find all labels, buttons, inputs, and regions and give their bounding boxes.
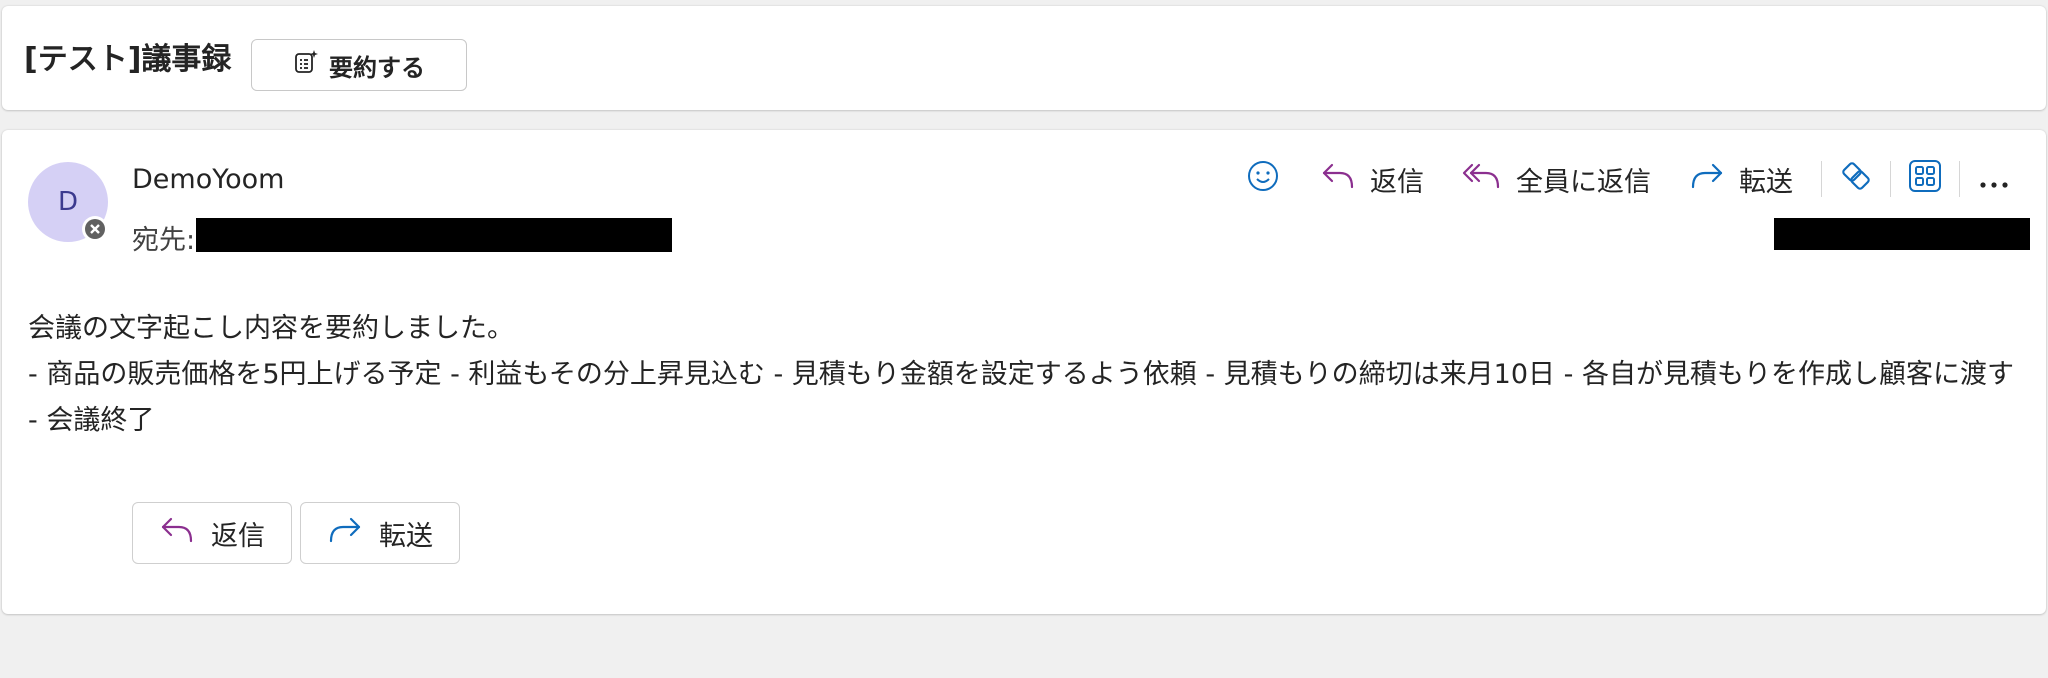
- reply-icon: [159, 515, 195, 552]
- forward-label: 転送: [1739, 166, 1793, 198]
- summarize-button[interactable]: 要約する: [251, 39, 467, 91]
- summarize-label: 要約する: [329, 53, 425, 82]
- quick-actions: 返信 転送: [132, 502, 460, 564]
- redacted-date: [1774, 218, 2030, 250]
- loop-button[interactable]: [1836, 154, 1876, 204]
- apps-button[interactable]: [1905, 154, 1945, 204]
- more-icon: [1979, 163, 2009, 196]
- presence-offline-icon: [82, 216, 108, 242]
- bottom-forward-label: 転送: [379, 520, 433, 552]
- reply-button[interactable]: 返信: [1320, 154, 1424, 204]
- emoji-icon: [1246, 159, 1280, 200]
- avatar-initial: D: [57, 187, 79, 217]
- forward-icon: [1689, 161, 1725, 198]
- reply-all-button[interactable]: 全員に返信: [1462, 154, 1651, 204]
- bottom-reply-label: 返信: [211, 520, 265, 552]
- redacted-recipients: [196, 218, 672, 252]
- message-body: 会議の文字起こし内容を要約しました。 - 商品の販売価格を5円上げる予定 - 利…: [28, 306, 2018, 444]
- body-line-2: - 商品の販売価格を5円上げる予定 - 利益もその分上昇見込む - 見積もり金額…: [28, 359, 2014, 436]
- email-subject: [テスト]議事録: [24, 42, 232, 77]
- sender-name[interactable]: DemoYoom: [132, 164, 284, 195]
- body-line-1: 会議の文字起こし内容を要約しました。: [28, 313, 514, 344]
- toolbar-divider: [1890, 161, 1891, 197]
- reaction-button[interactable]: [1246, 154, 1280, 204]
- toolbar-divider: [1821, 161, 1822, 197]
- message-card: D DemoYoom 宛先: 返信 全員に返信 転送 会議の文字起こし内容を要約…: [2, 130, 2046, 614]
- forward-button[interactable]: 転送: [1689, 154, 1793, 204]
- toolbar-divider: [1959, 161, 1960, 197]
- recipients-label: 宛先:: [132, 225, 196, 256]
- message-actions-toolbar: 返信 全員に返信 転送: [1246, 154, 2014, 204]
- reply-icon: [1320, 161, 1356, 198]
- reply-all-icon: [1462, 161, 1502, 198]
- reply-label: 返信: [1370, 166, 1424, 198]
- reply-all-label: 全員に返信: [1516, 166, 1651, 198]
- bottom-reply-button[interactable]: 返信: [132, 502, 292, 564]
- forward-icon: [327, 515, 363, 552]
- loop-icon: [1839, 159, 1873, 200]
- bottom-forward-button[interactable]: 転送: [300, 502, 460, 564]
- subject-header: [テスト]議事録 要約する: [2, 6, 2046, 110]
- more-options-button[interactable]: [1974, 154, 2014, 204]
- apps-grid-icon: [1908, 159, 1942, 200]
- summarize-icon: [293, 49, 319, 81]
